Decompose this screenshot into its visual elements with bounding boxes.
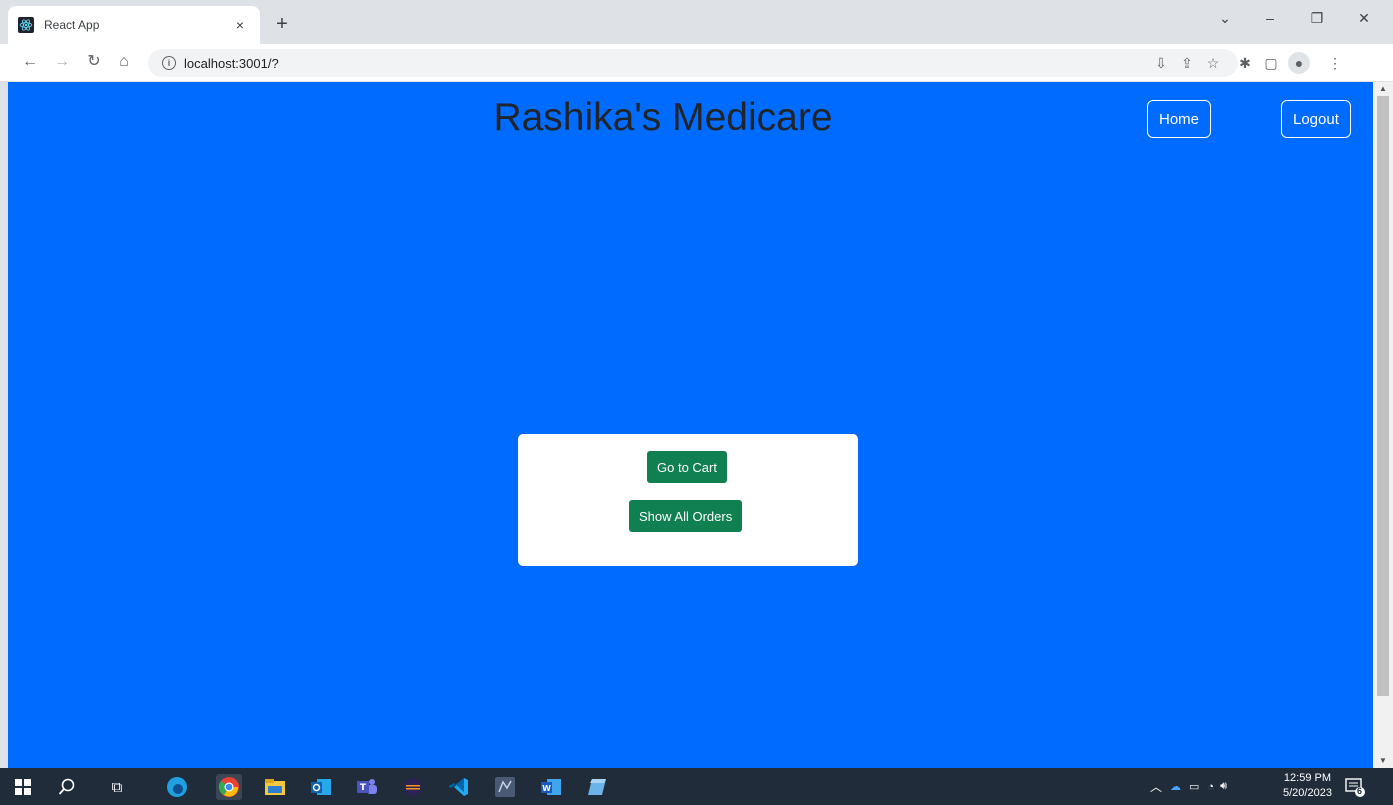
eclipse-icon[interactable] [400,774,426,800]
windows-start-icon[interactable] [10,774,36,800]
share-icon[interactable]: ⇪ [1176,52,1198,74]
mysql-workbench-icon[interactable] [492,774,518,800]
notification-center-icon[interactable]: 6 [1342,774,1368,800]
scrollbar-thumb[interactable] [1377,96,1389,696]
tab-close-icon[interactable]: × [230,17,250,33]
action-card: Go to Cart Show All Orders [518,434,858,566]
page-scrollbar[interactable]: ▲ ▼ [1373,82,1393,768]
scroll-up-icon[interactable]: ▲ [1373,82,1393,96]
volume-icon[interactable]: 🔊︎ [1220,780,1227,793]
battery-icon[interactable]: ▭ [1189,780,1199,793]
notification-count: 6 [1357,786,1363,796]
install-app-icon[interactable]: ⇩ [1150,52,1172,74]
scroll-down-icon[interactable]: ▼ [1373,754,1393,768]
vscode-icon[interactable] [446,774,472,800]
system-tray: ︿ ☁ ▭ ◔ 🔊︎ [1150,768,1227,805]
home-icon[interactable]: ⌂ [112,50,136,74]
svg-text:W: W [542,784,551,793]
browser-tab[interactable]: React App × [8,6,260,44]
logout-button[interactable]: Logout [1281,100,1351,138]
page-title: Rashika's Medicare [493,96,833,139]
url-text: localhost:3001/? [184,55,279,71]
clock-date: 5/20/2023 [1283,787,1332,799]
side-panel-icon[interactable]: ▢ [1260,52,1282,74]
taskbar-clock[interactable]: 12:59 PM 5/20/2023 [1283,771,1332,801]
bookmark-star-icon[interactable]: ☆ [1202,52,1224,74]
notes-app-icon[interactable] [584,774,610,800]
task-view-icon[interactable]: ⧉ [104,774,130,800]
onedrive-icon[interactable]: ☁ [1170,780,1181,793]
new-tab-button[interactable]: + [270,12,294,36]
wifi-icon[interactable]: ◔ [1207,781,1214,793]
show-all-orders-button[interactable]: Show All Orders [629,500,743,532]
svg-text:T: T [360,783,367,793]
search-icon[interactable] [54,774,80,800]
tab-strip: React App × + ⌄ – ❐ ✕ [0,0,1393,44]
chrome-icon[interactable] [216,774,242,800]
chevron-up-icon[interactable]: ︿ [1150,778,1162,795]
go-to-cart-button[interactable]: Go to Cart [647,451,727,483]
word-icon[interactable]: W [538,774,564,800]
menu-icon[interactable]: ⋮ [1324,52,1346,74]
outlook-icon[interactable] [308,774,334,800]
browser-toolbar: ← → ↻ ⌂ i localhost:3001/? ⇩ ⇪ ☆ ✱ ▢ ● ⋮ [0,44,1393,82]
site-info-icon[interactable]: i [162,56,176,70]
back-icon[interactable]: ← [18,50,42,74]
close-window-button[interactable]: ✕ [1350,10,1378,27]
windows-taskbar: ⧉ T W ︿ ☁ ▭ ◔ 🔊︎ 12:59 PM 5/20/2023 6 [0,768,1393,805]
restore-button[interactable]: ❐ [1303,10,1331,27]
forward-icon[interactable]: → [50,50,74,74]
file-explorer-icon[interactable] [262,774,288,800]
reload-icon[interactable]: ↻ [82,50,106,74]
tab-search-icon[interactable]: ⌄ [1211,10,1239,27]
react-icon [18,17,34,33]
home-button[interactable]: Home [1147,100,1212,138]
edge-icon[interactable] [164,774,190,800]
profile-icon[interactable]: ● [1288,52,1310,74]
page-body: Rashika's Medicare Home Logout Go to Car… [8,82,1373,768]
teams-icon[interactable]: T [354,774,380,800]
tab-title: React App [44,18,100,32]
minimize-button[interactable]: – [1256,10,1284,26]
clock-time: 12:59 PM [1283,772,1332,784]
address-bar[interactable]: i localhost:3001/? [148,49,1238,77]
extensions-icon[interactable]: ✱ [1234,52,1256,74]
